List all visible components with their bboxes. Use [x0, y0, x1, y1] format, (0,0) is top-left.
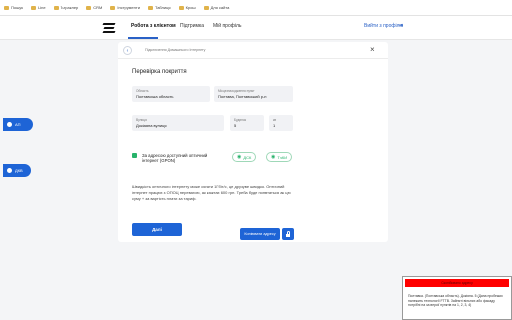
eye-icon: ◉ [271, 154, 276, 160]
card-header: ‹ Підключення Домашнього Інтернету × [118, 42, 388, 59]
street-field[interactable]: Вулиця Докіаяна вулиця [132, 115, 224, 131]
copy-address-button[interactable]: Копіювати адресу [240, 228, 280, 240]
bookmark-2[interactable]: Line [31, 5, 46, 10]
bookmark-1[interactable]: Пошук [4, 5, 23, 10]
next-button[interactable]: Далі [132, 223, 182, 236]
folder-icon [203, 5, 209, 10]
breadcrumb: Підключення Домашнього Інтернету [145, 48, 206, 52]
tvbi-pill-button[interactable]: ◉ ТчКИ [266, 152, 293, 162]
logo-icon[interactable] [102, 22, 116, 34]
check-icon [132, 153, 137, 158]
lock-icon [286, 230, 290, 237]
bookmark-8[interactable]: Для сайта [203, 5, 229, 10]
close-icon[interactable]: × [370, 45, 375, 54]
apartment-field[interactable]: кв 1 [269, 115, 293, 131]
notification-body: Полтавка. (Полтавська область). Докіяна.… [408, 294, 503, 308]
side-button-dkv[interactable]: ДКВ [3, 164, 31, 177]
building-field[interactable]: Будинок 5 [230, 115, 264, 131]
top-nav: Робота з клієнтом Підтримка Мій профіль … [0, 16, 512, 40]
chat-icon [7, 168, 12, 173]
back-button[interactable]: ‹ [123, 46, 132, 55]
folder-icon [53, 5, 59, 10]
chevron-left-icon: ‹ [126, 47, 129, 54]
bookmark-5[interactable]: Інструменти [110, 5, 140, 10]
tab-client-work[interactable]: Робота з клієнтом [131, 23, 176, 29]
bookmarks-bar: Пошук Line Ъграклер CRM Інструменти Табл… [0, 0, 512, 16]
region-field[interactable]: Область Полтавська область [132, 86, 210, 102]
lock-button[interactable] [282, 228, 294, 240]
folder-icon [147, 5, 153, 10]
notification-header: Скопійовано адресу [405, 279, 509, 287]
folder-icon [110, 5, 116, 10]
folder-icon [86, 5, 92, 10]
active-tab-indicator [128, 37, 158, 39]
tab-my-profile[interactable]: Мій профіль [213, 23, 241, 29]
speed-info-text: Швидкість оптичного інтернету може сягат… [132, 184, 291, 201]
chat-icon [7, 122, 12, 127]
folder-icon [31, 5, 37, 10]
logout-icon[interactable]: ⇥ [398, 22, 403, 29]
eye-icon: ◉ [237, 154, 242, 160]
dsk-pill-button[interactable]: ◉ ДСК [232, 152, 257, 162]
bookmark-4[interactable]: CRM [86, 5, 102, 10]
tab-support[interactable]: Підтримка [180, 23, 204, 29]
copy-notification: Скопійовано адресу Полтавка. (Полтавська… [402, 276, 512, 320]
page-title: Перевірка покриття [132, 69, 187, 75]
bookmark-7[interactable]: Крош [178, 5, 196, 10]
side-button-ap[interactable]: АП [3, 118, 33, 131]
technology-available-text: За адресою доступний оптичний інтернет (… [142, 153, 208, 164]
bookmark-3[interactable]: Ъграклер [53, 5, 78, 10]
bookmark-6[interactable]: Таблиця [147, 5, 171, 10]
coverage-check-card: ‹ Підключення Домашнього Інтернету × Пер… [118, 42, 388, 242]
folder-icon [178, 5, 184, 10]
folder-icon [4, 5, 9, 10]
locality-field[interactable]: Місцезнаходження пункт Полтава, Полтавсь… [214, 86, 293, 102]
